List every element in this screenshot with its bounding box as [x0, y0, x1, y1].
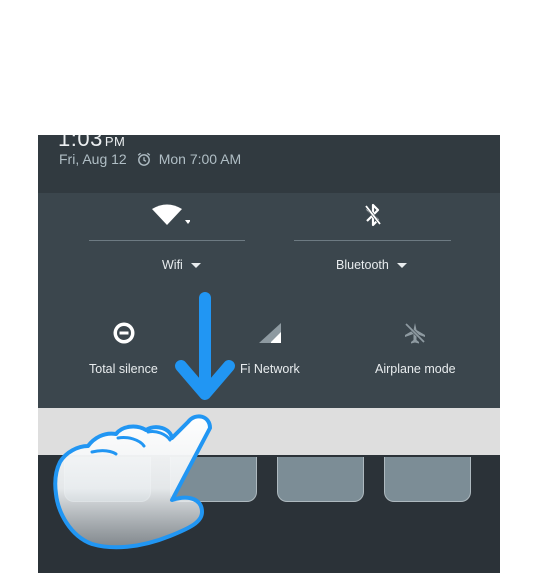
shade-header: 1:03 PM Fri, Aug 12 Mon 7:00 AM	[38, 135, 500, 193]
clock-ampm: PM	[104, 135, 126, 149]
alarm-icon	[136, 151, 152, 167]
airplane-icon	[403, 321, 427, 350]
airplane-label: Airplane mode	[375, 362, 456, 376]
app-card[interactable]	[277, 457, 364, 502]
bluetooth-icon	[363, 202, 383, 233]
app-card[interactable]	[384, 457, 471, 502]
clock[interactable]: 1:03 PM	[58, 135, 125, 152]
total-silence-label: Total silence	[89, 362, 158, 376]
quick-settings-panel: Wifi Bluetooth Total silence Fi Network …	[38, 193, 500, 408]
network-label: Fi Network	[240, 362, 300, 376]
bluetooth-divider	[294, 240, 451, 241]
wifi-caret-icon	[190, 262, 201, 268]
wifi-divider	[89, 240, 245, 241]
bluetooth-caret-icon	[396, 262, 407, 268]
notification-shade: 1:03 PM Fri, Aug 12 Mon 7:00 AM Wifi Blu…	[38, 135, 500, 573]
signal-icon	[257, 322, 283, 349]
wifi-dropdown[interactable]: Wifi	[162, 258, 201, 272]
app-card[interactable]	[64, 457, 151, 502]
total-silence-icon	[112, 321, 136, 350]
date-alarm-row: Fri, Aug 12 Mon 7:00 AM	[59, 151, 241, 167]
wifi-label: Wifi	[162, 258, 183, 272]
shade-handle-bar[interactable]	[38, 408, 500, 455]
bluetooth-dropdown[interactable]: Bluetooth	[336, 258, 407, 272]
alarm-text[interactable]: Mon 7:00 AM	[159, 151, 242, 167]
app-card[interactable]	[170, 457, 257, 502]
bluetooth-label: Bluetooth	[336, 258, 389, 272]
clock-time: 1:03	[58, 135, 103, 151]
wifi-icon	[150, 203, 191, 232]
date-text[interactable]: Fri, Aug 12	[59, 151, 127, 167]
